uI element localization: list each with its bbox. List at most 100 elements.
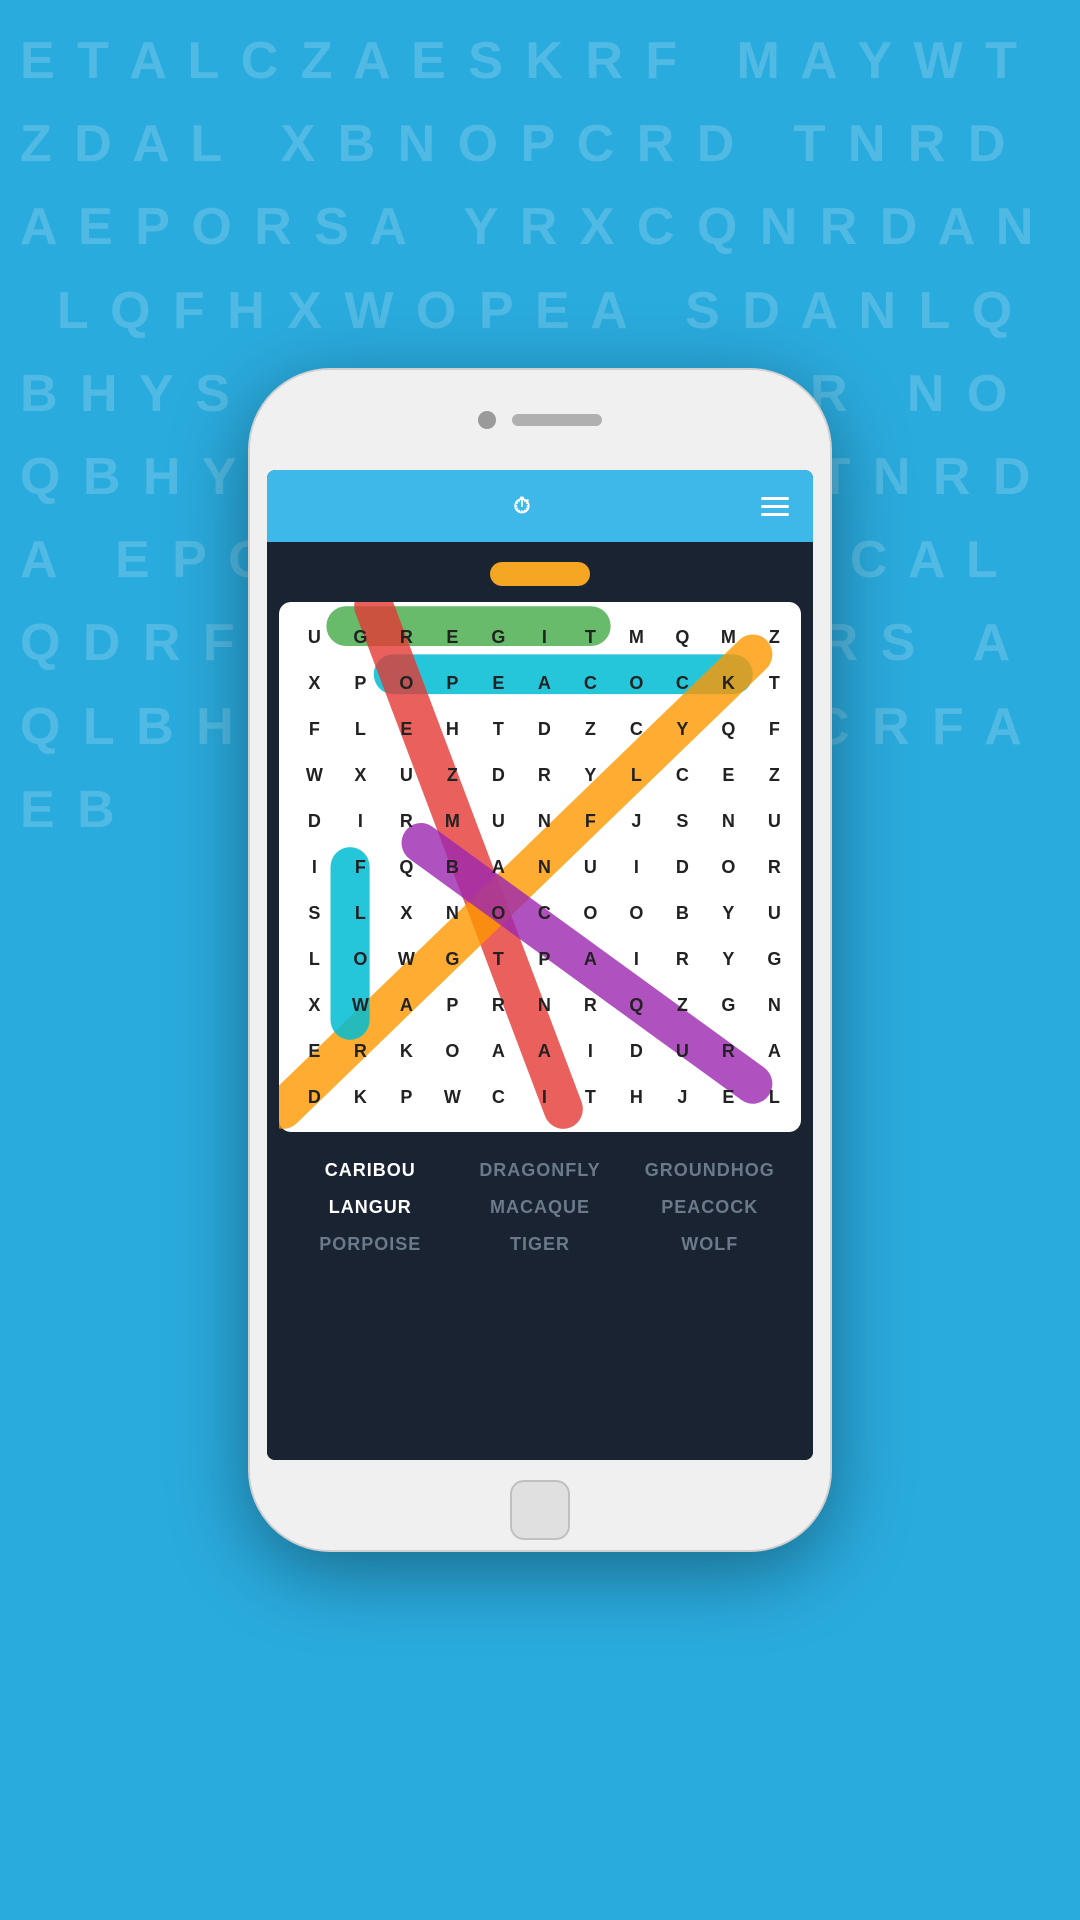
grid-cell: E xyxy=(383,706,429,752)
grid-cell: D xyxy=(659,844,705,890)
grid-cell: O xyxy=(613,660,659,706)
grid-cell: F xyxy=(337,844,383,890)
grid-cell: N xyxy=(521,798,567,844)
grid-cell: P xyxy=(337,660,383,706)
grid-cell: Z xyxy=(659,982,705,1028)
grid-cell: I xyxy=(613,844,659,890)
grid-cell: Q xyxy=(383,844,429,890)
grid-cell: E xyxy=(291,1028,337,1074)
grid-cell: U xyxy=(659,1028,705,1074)
phone-screen: ⏱ UGREGITMQMZXPOPEACOCKTFLEHTDZCYQFWXUZD… xyxy=(267,470,812,1460)
grid-cell: C xyxy=(659,660,705,706)
grid-cell: D xyxy=(613,1028,659,1074)
word-list-item: TIGER xyxy=(457,1230,623,1259)
word-list-item: DRAGONFLY xyxy=(457,1156,623,1185)
word-list-item: WOLF xyxy=(627,1230,793,1259)
grid-cell: E xyxy=(475,660,521,706)
grid-cell: N xyxy=(521,844,567,890)
grid-cell: T xyxy=(475,706,521,752)
grid-cell: H xyxy=(613,1074,659,1120)
grid-cell: U xyxy=(475,798,521,844)
grid-cell: E xyxy=(705,1074,751,1120)
grid-cell: O xyxy=(383,660,429,706)
grid-cell: F xyxy=(751,706,797,752)
grid-cell: S xyxy=(291,890,337,936)
menu-button[interactable] xyxy=(761,497,789,516)
grid-cell: W xyxy=(429,1074,475,1120)
grid-cell: X xyxy=(291,660,337,706)
grid-cell: B xyxy=(429,844,475,890)
grid-cell: Q xyxy=(659,614,705,660)
nav-bar: ⏱ xyxy=(267,470,812,542)
grid-cell: O xyxy=(705,844,751,890)
grid-cell: U xyxy=(751,798,797,844)
grid-cell: Y xyxy=(705,890,751,936)
grid-cell: K xyxy=(337,1074,383,1120)
grid-cell: R xyxy=(521,752,567,798)
grid-cell: K xyxy=(383,1028,429,1074)
grid-cell: N xyxy=(429,890,475,936)
grid-cell: W xyxy=(337,982,383,1028)
word-list-item: PORPOISE xyxy=(287,1230,453,1259)
grid-cell: J xyxy=(613,798,659,844)
grid-cell: X xyxy=(291,982,337,1028)
grid-cell: R xyxy=(751,844,797,890)
grid-cell: Z xyxy=(567,706,613,752)
grid-cell: Q xyxy=(705,706,751,752)
grid-cell: P xyxy=(429,660,475,706)
grid-cell: N xyxy=(705,798,751,844)
word-search-grid: UGREGITMQMZXPOPEACOCKTFLEHTDZCYQFWXUZDRY… xyxy=(291,614,788,1120)
grid-cell: X xyxy=(383,890,429,936)
grid-cell: L xyxy=(613,752,659,798)
grid-cell: O xyxy=(429,1028,475,1074)
grid-cell: R xyxy=(475,982,521,1028)
word-list-item: PEACOCK xyxy=(627,1193,793,1222)
grid-cell: U xyxy=(291,614,337,660)
grid-cell: F xyxy=(291,706,337,752)
grid-cell: T xyxy=(751,660,797,706)
grid-cell: R xyxy=(659,936,705,982)
grid-cell: N xyxy=(521,982,567,1028)
word-banner-area xyxy=(267,542,812,602)
word-list-item: CARIBOU xyxy=(287,1156,453,1185)
grid-cell: U xyxy=(751,890,797,936)
grid-cell: K xyxy=(705,660,751,706)
word-search-grid-container: UGREGITMQMZXPOPEACOCKTFLEHTDZCYQFWXUZDRY… xyxy=(279,602,800,1132)
home-button[interactable] xyxy=(510,1480,570,1540)
grid-cell: G xyxy=(751,936,797,982)
grid-cell: G xyxy=(429,936,475,982)
grid-cell: I xyxy=(521,1074,567,1120)
grid-cell: D xyxy=(291,798,337,844)
grid-cell: I xyxy=(613,936,659,982)
grid-cell: C xyxy=(613,706,659,752)
grid-cell: C xyxy=(567,660,613,706)
grid-cell: R xyxy=(337,1028,383,1074)
phone-frame: ⏱ UGREGITMQMZXPOPEACOCKTFLEHTDZCYQFWXUZD… xyxy=(250,370,830,1550)
grid-cell: W xyxy=(383,936,429,982)
grid-cell: A xyxy=(521,660,567,706)
grid-cell: Y xyxy=(659,706,705,752)
grid-cell: A xyxy=(751,1028,797,1074)
grid-cell: T xyxy=(567,1074,613,1120)
grid-cell: E xyxy=(705,752,751,798)
grid-cell: P xyxy=(429,982,475,1028)
grid-cell: D xyxy=(291,1074,337,1120)
phone-top-bar xyxy=(250,370,830,470)
grid-cell: C xyxy=(475,1074,521,1120)
grid-cell: R xyxy=(383,614,429,660)
grid-cell: M xyxy=(705,614,751,660)
grid-cell: Z xyxy=(751,614,797,660)
grid-cell: O xyxy=(567,890,613,936)
grid-cell: P xyxy=(521,936,567,982)
grid-cell: R xyxy=(567,982,613,1028)
grid-cell: P xyxy=(383,1074,429,1120)
grid-cell: D xyxy=(475,752,521,798)
word-list-item: LANGUR xyxy=(287,1193,453,1222)
grid-cell: L xyxy=(751,1074,797,1120)
phone-speaker xyxy=(512,414,602,426)
grid-cell: Z xyxy=(429,752,475,798)
grid-cell: U xyxy=(383,752,429,798)
word-list-item: GROUNDHOG xyxy=(627,1156,793,1185)
grid-cell: E xyxy=(429,614,475,660)
grid-cell: L xyxy=(291,936,337,982)
